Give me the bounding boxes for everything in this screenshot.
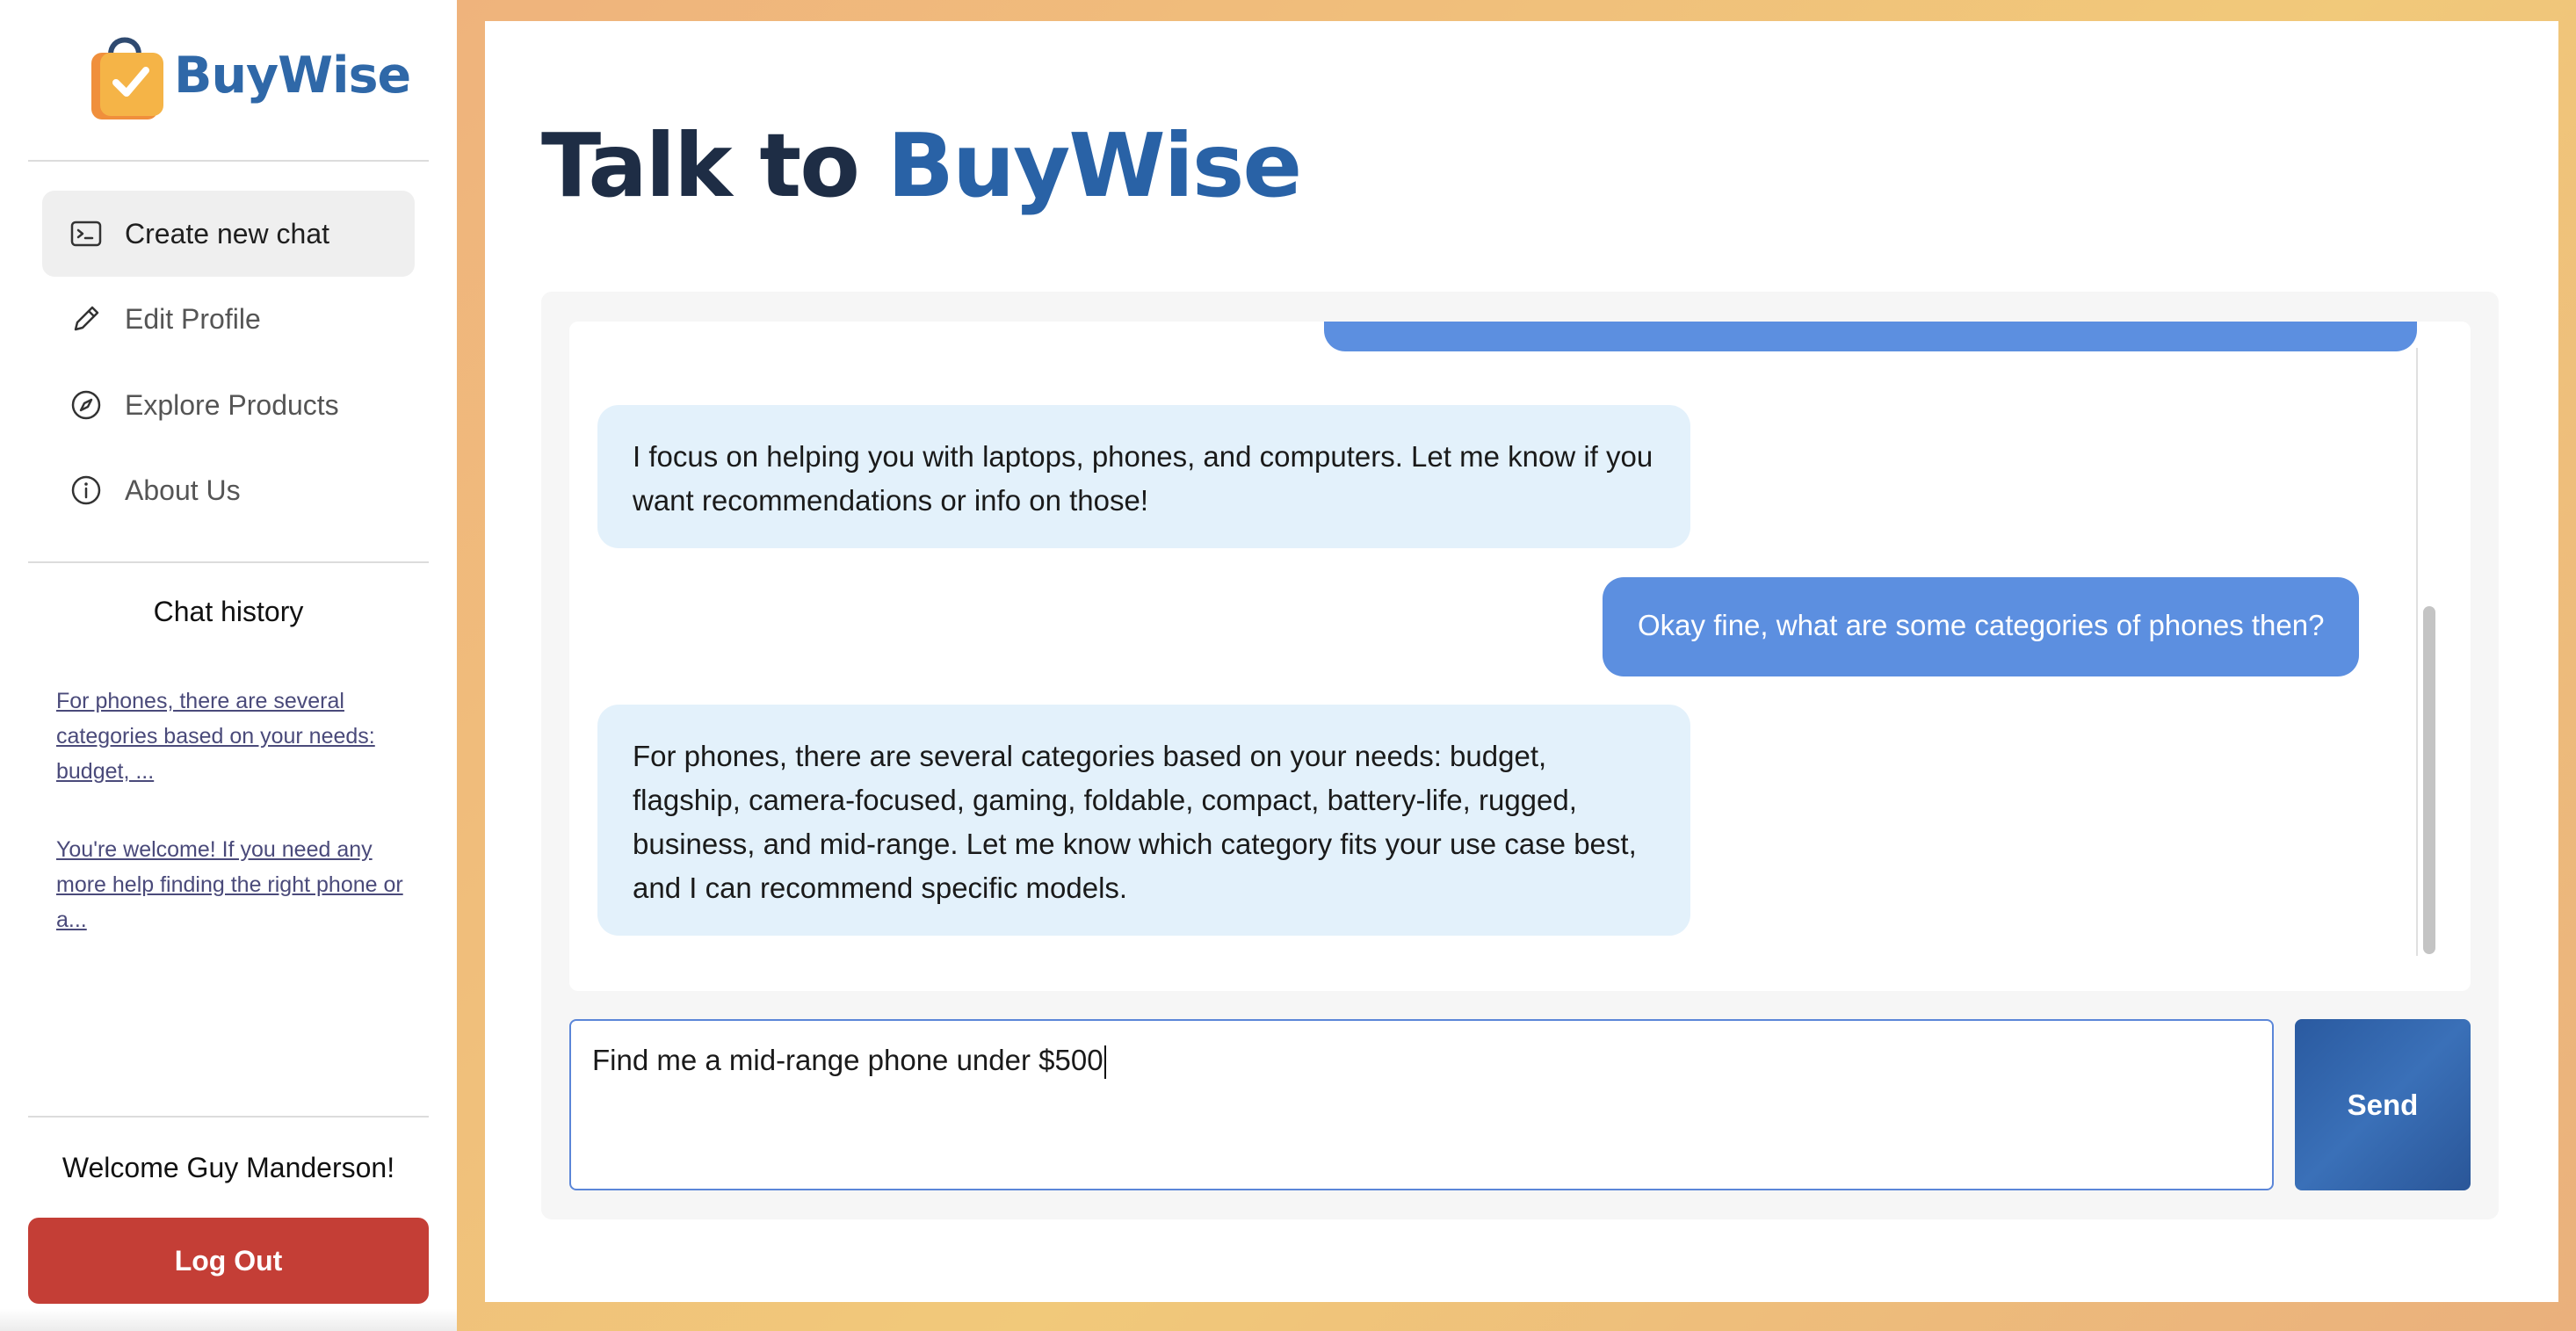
terminal-icon (67, 214, 105, 253)
welcome-message: Welcome Guy Manderson! (62, 1152, 395, 1183)
message-user-partial (1324, 322, 2417, 351)
compass-icon (67, 386, 105, 424)
nav-label: About Us (125, 474, 241, 506)
chat-history-item[interactable]: You're welcome! If you need any more hel… (56, 832, 408, 937)
sidebar: BuyWise Create new chat Edit Profile Exp… (0, 0, 457, 1331)
chat-history-item[interactable]: For phones, there are several categories… (56, 684, 408, 789)
text-caret (1103, 1045, 1106, 1080)
sidebar-bottom-shadow (0, 1309, 457, 1331)
chat-history-title: Chat history (153, 596, 304, 627)
page-title: Talk to BuyWise (541, 114, 1303, 217)
nav-label: Edit Profile (125, 302, 261, 335)
message-input[interactable]: Find me a mid-range phone under $500 (569, 1019, 2274, 1190)
messages-list[interactable]: I focus on helping you with laptops, pho… (569, 322, 2471, 991)
title-brand: BuyWise (886, 114, 1303, 217)
scrollbar-thumb[interactable] (2423, 606, 2435, 954)
nav-explore-products[interactable]: Explore Products (42, 362, 415, 448)
message-user: Okay fine, what are some categories of p… (1603, 577, 2360, 676)
message-bot: I focus on helping you with laptops, pho… (597, 405, 1690, 548)
divider (28, 561, 429, 563)
title-part: Talk to (541, 114, 860, 217)
app-logo[interactable]: BuyWise (86, 28, 411, 123)
pencil-icon (67, 300, 105, 338)
info-icon (67, 471, 105, 510)
nav-label: Create new chat (125, 217, 330, 250)
app-name: BuyWise (174, 47, 411, 105)
nav-create-new-chat[interactable]: Create new chat (42, 191, 415, 277)
nav-label: Explore Products (125, 388, 339, 421)
message-input-value: Find me a mid-range phone under $500 (592, 1044, 1103, 1076)
divider (28, 160, 429, 162)
send-button[interactable]: Send (2295, 1019, 2471, 1190)
nav-about-us[interactable]: About Us (42, 447, 415, 533)
nav-edit-profile[interactable]: Edit Profile (42, 276, 415, 362)
scrollbar-track (2416, 348, 2418, 956)
message-bot: For phones, there are several categories… (597, 705, 1690, 936)
shopping-bag-icon (86, 28, 167, 123)
divider (28, 1116, 429, 1118)
logout-button[interactable]: Log Out (28, 1218, 429, 1304)
